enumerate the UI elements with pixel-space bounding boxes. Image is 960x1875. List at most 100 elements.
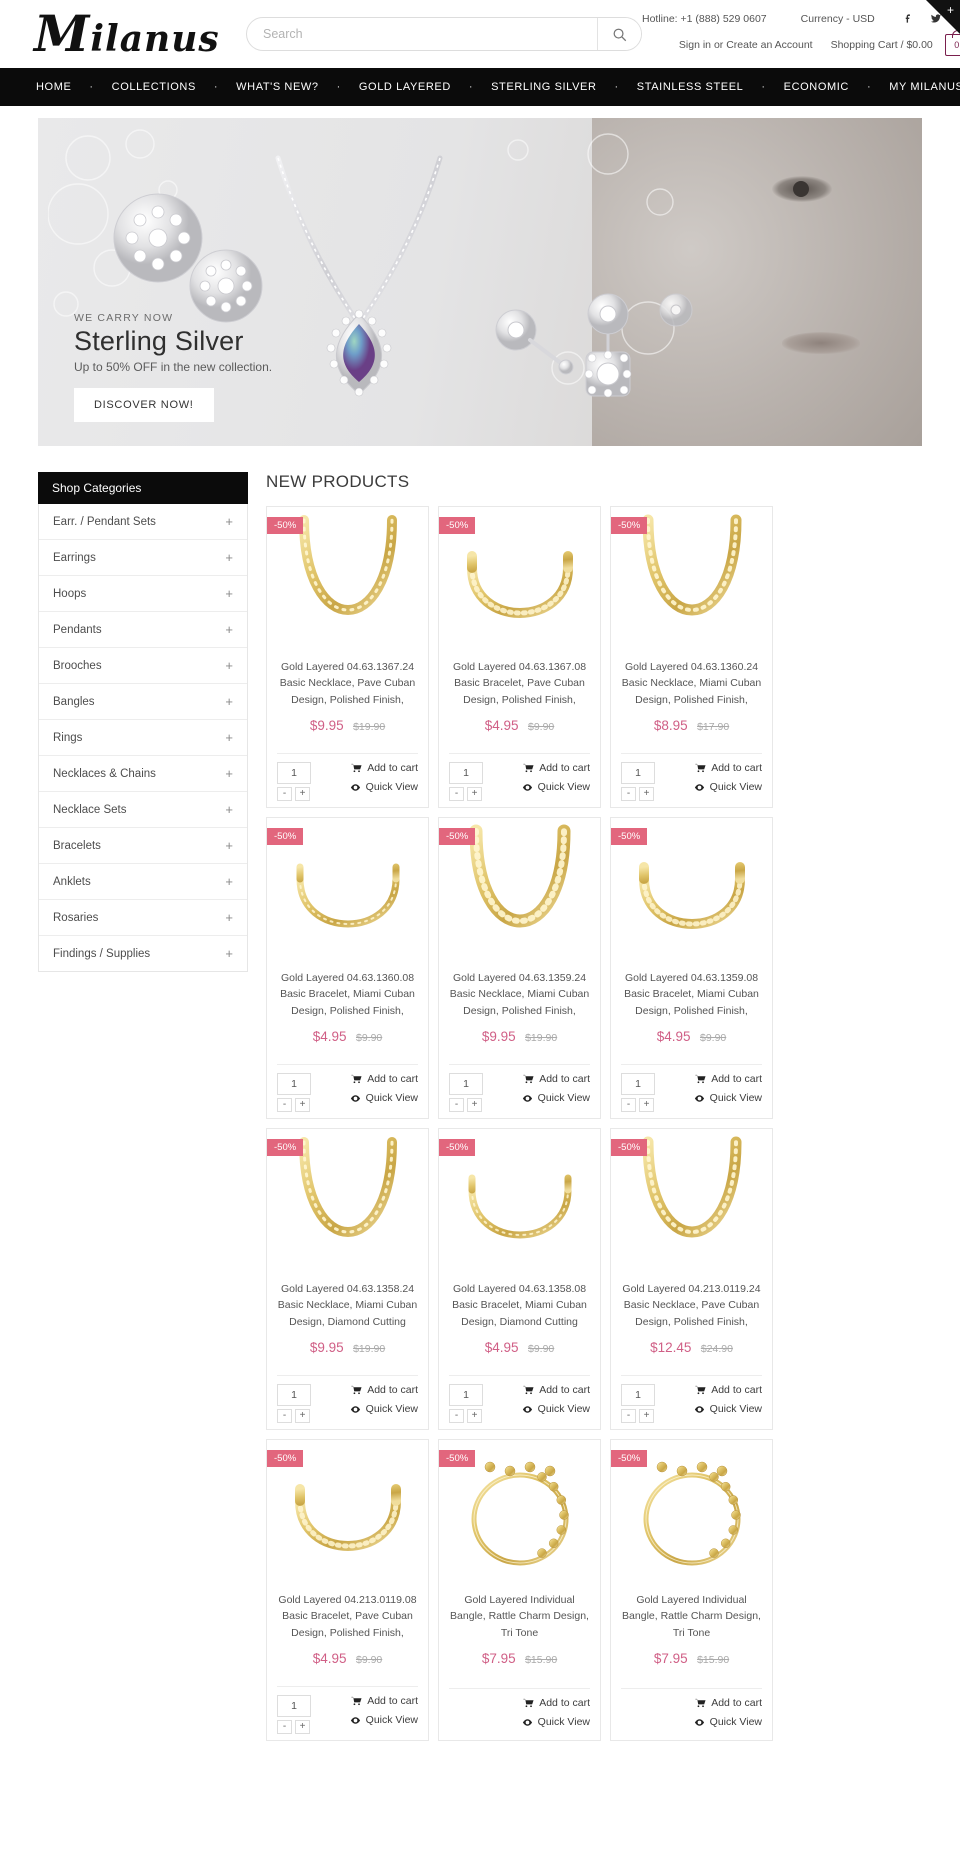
product-name[interactable]: Gold Layered 04.213.0119.24 Basic Neckla… [611,1281,772,1329]
quantity-stepper[interactable]: 1 - + [277,1384,331,1423]
nav-item-sterling-silver[interactable]: STERLING SILVER [473,81,614,93]
plus-icon[interactable]: + [225,622,233,637]
quantity-increment-button[interactable]: + [639,1409,654,1423]
quantity-value[interactable]: 1 [621,1073,655,1095]
product-name[interactable]: Gold Layered 04.63.1358.24 Basic Necklac… [267,1281,428,1329]
quick-view-button[interactable]: Quick View [350,1092,418,1104]
plus-icon[interactable]: + [225,694,233,709]
quantity-stepper[interactable]: 1 - + [621,1384,675,1423]
quick-view-button[interactable]: Quick View [350,781,418,793]
quantity-increment-button[interactable]: + [639,787,654,801]
quantity-increment-button[interactable]: + [467,1098,482,1112]
add-to-cart-button[interactable]: Add to cart [695,1697,762,1709]
currency-selector[interactable]: Currency - USD [801,13,875,25]
product-card[interactable]: -50% Gold Layered 04.63.1360.08 Basic Br… [266,817,429,1119]
quick-view-button[interactable]: Quick View [694,781,762,793]
quantity-value[interactable]: 1 [277,1695,311,1717]
sidebar-item-rosaries[interactable]: Rosaries + [39,900,247,936]
sidebar-item-necklaces-chains[interactable]: Necklaces & Chains + [39,756,247,792]
product-card[interactable]: -50% Gold Layered 04.63.1360.24 Basic Ne… [610,506,773,808]
quantity-decrement-button[interactable]: - [621,787,636,801]
quantity-decrement-button[interactable]: - [277,1098,292,1112]
add-to-cart-button[interactable]: Add to cart [523,762,590,774]
product-card[interactable]: -50% Gold Layered 04.63.1358.08 Basic Br… [438,1128,601,1430]
quantity-value[interactable]: 1 [277,1384,311,1406]
add-to-cart-button[interactable]: Add to cart [523,1697,590,1709]
add-to-cart-button[interactable]: Add to cart [695,762,762,774]
product-name[interactable]: Gold Layered 04.63.1359.24 Basic Necklac… [439,970,600,1018]
quantity-increment-button[interactable]: + [295,1720,310,1734]
sidebar-item-earrings[interactable]: Earrings + [39,540,247,576]
quantity-decrement-button[interactable]: - [449,787,464,801]
quick-view-button[interactable]: Quick View [522,1403,590,1415]
facebook-icon[interactable] [903,13,914,24]
add-to-cart-button[interactable]: Add to cart [695,1073,762,1085]
quantity-value[interactable]: 1 [277,762,311,784]
quantity-increment-button[interactable]: + [467,1409,482,1423]
quantity-stepper[interactable]: 1 - + [277,762,331,801]
quick-view-button[interactable]: Quick View [350,1714,418,1726]
sidebar-item-necklace-sets[interactable]: Necklace Sets + [39,792,247,828]
nav-item-my-milanus[interactable]: MY MILANUS [871,81,960,93]
nav-item-gold-layered[interactable]: GOLD LAYERED [341,81,469,93]
plus-icon[interactable]: + [225,946,233,961]
product-name[interactable]: Gold Layered 04.63.1359.08 Basic Bracele… [611,970,772,1018]
product-name[interactable]: Gold Layered 04.63.1360.08 Basic Bracele… [267,970,428,1018]
product-card[interactable]: -50% Gold Layered 04.63.1359.08 Basic Br… [610,817,773,1119]
quick-view-button[interactable]: Quick View [694,1716,762,1728]
product-name[interactable]: Gold Layered 04.213.0119.08 Basic Bracel… [267,1592,428,1640]
nav-item-what-s-new[interactable]: WHAT'S NEW? [218,81,336,93]
quantity-stepper[interactable]: 1 - + [449,1073,503,1112]
sidebar-item-brooches[interactable]: Brooches + [39,648,247,684]
corner-plus-icon[interactable]: + [947,3,954,17]
site-logo[interactable]: Milanus [34,9,219,59]
quick-view-button[interactable]: Quick View [694,1403,762,1415]
product-card[interactable]: -50% Gold Layered 04.63.1367.08 Basic Br… [438,506,601,808]
quantity-stepper[interactable]: 1 - + [621,762,675,801]
add-to-cart-button[interactable]: Add to cart [351,762,418,774]
search-input[interactable] [247,18,597,50]
nav-item-economic[interactable]: ECONOMIC [766,81,867,93]
sidebar-item-pendants[interactable]: Pendants + [39,612,247,648]
add-to-cart-button[interactable]: Add to cart [351,1384,418,1396]
product-card[interactable]: -50% Gold Layered 04.63.1359.24 Basic Ne… [438,817,601,1119]
product-name[interactable]: Gold Layered 04.63.1358.08 Basic Bracele… [439,1281,600,1329]
quantity-stepper[interactable]: 1 - + [449,1384,503,1423]
quantity-decrement-button[interactable]: - [449,1409,464,1423]
sidebar-item-bangles[interactable]: Bangles + [39,684,247,720]
cart-total-label[interactable]: Shopping Cart / $0.00 [831,39,933,51]
product-card[interactable]: -50% Gold Layered Individual Bangle, Rat… [438,1439,601,1741]
quantity-value[interactable]: 1 [449,1384,483,1406]
plus-icon[interactable]: + [225,550,233,565]
quick-view-button[interactable]: Quick View [522,781,590,793]
nav-item-collections[interactable]: COLLECTIONS [94,81,214,93]
sidebar-item-bracelets[interactable]: Bracelets + [39,828,247,864]
plus-icon[interactable]: + [225,874,233,889]
quantity-increment-button[interactable]: + [295,787,310,801]
sidebar-item-earr-pendant-sets[interactable]: Earr. / Pendant Sets + [39,504,247,540]
product-name[interactable]: Gold Layered 04.63.1360.24 Basic Necklac… [611,659,772,707]
quick-view-button[interactable]: Quick View [522,1716,590,1728]
quantity-decrement-button[interactable]: - [449,1098,464,1112]
nav-item-home[interactable]: HOME [18,81,89,93]
sidebar-item-anklets[interactable]: Anklets + [39,864,247,900]
quantity-value[interactable]: 1 [621,762,655,784]
quantity-decrement-button[interactable]: - [621,1098,636,1112]
hero-cta-button[interactable]: DISCOVER NOW! [74,388,214,422]
quantity-value[interactable]: 1 [277,1073,311,1095]
plus-icon[interactable]: + [225,586,233,601]
add-to-cart-button[interactable]: Add to cart [523,1073,590,1085]
quantity-stepper[interactable]: 1 - + [277,1073,331,1112]
quick-view-button[interactable]: Quick View [522,1092,590,1104]
plus-icon[interactable]: + [225,514,233,529]
quantity-stepper[interactable]: 1 - + [621,1073,675,1112]
quick-view-button[interactable]: Quick View [350,1403,418,1415]
plus-icon[interactable]: + [225,802,233,817]
quantity-increment-button[interactable]: + [639,1098,654,1112]
plus-icon[interactable]: + [225,658,233,673]
quantity-increment-button[interactable]: + [295,1098,310,1112]
plus-icon[interactable]: + [225,766,233,781]
quantity-decrement-button[interactable]: - [277,1720,292,1734]
sidebar-item-rings[interactable]: Rings + [39,720,247,756]
quantity-stepper[interactable]: 1 - + [449,762,503,801]
